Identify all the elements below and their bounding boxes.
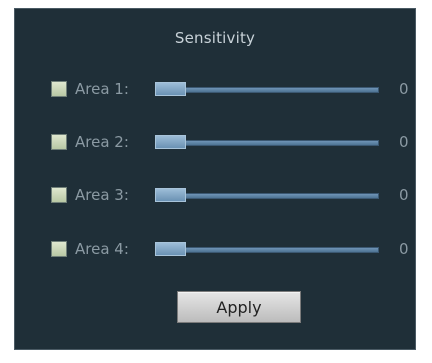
area-1-slider-track[interactable] xyxy=(158,87,379,93)
area-row-2: Area 2: 0 xyxy=(15,131,415,155)
area-4-slider-thumb[interactable] xyxy=(155,242,186,256)
area-4-label: Area 4: xyxy=(75,240,129,258)
area-4-slider-track[interactable] xyxy=(158,247,379,253)
area-3-checkbox[interactable] xyxy=(51,187,67,203)
area-2-label: Area 2: xyxy=(75,133,129,151)
area-row-1: Area 1: 0 xyxy=(15,78,415,102)
area-4-checkbox[interactable] xyxy=(51,241,67,257)
area-3-value: 0 xyxy=(399,186,409,204)
area-1-label: Area 1: xyxy=(75,80,129,98)
area-row-4: Area 4: 0 xyxy=(15,238,415,262)
area-1-slider-thumb[interactable] xyxy=(155,82,186,96)
area-2-checkbox[interactable] xyxy=(51,134,67,150)
panel-title: Sensitivity xyxy=(174,29,256,47)
apply-button[interactable]: Apply xyxy=(177,291,301,323)
area-3-label: Area 3: xyxy=(75,186,129,204)
area-3-slider-thumb[interactable] xyxy=(155,188,186,202)
area-4-value: 0 xyxy=(399,240,409,258)
area-row-3: Area 3: 0 xyxy=(15,184,415,208)
area-2-slider-track[interactable] xyxy=(158,140,379,146)
area-1-checkbox[interactable] xyxy=(51,81,67,97)
area-2-slider-thumb[interactable] xyxy=(155,135,186,149)
sensitivity-panel: Sensitivity Area 1: 0 Area 2: 0 Area 3: … xyxy=(14,8,416,350)
area-1-value: 0 xyxy=(399,80,409,98)
area-2-value: 0 xyxy=(399,133,409,151)
area-3-slider-track[interactable] xyxy=(158,193,379,199)
